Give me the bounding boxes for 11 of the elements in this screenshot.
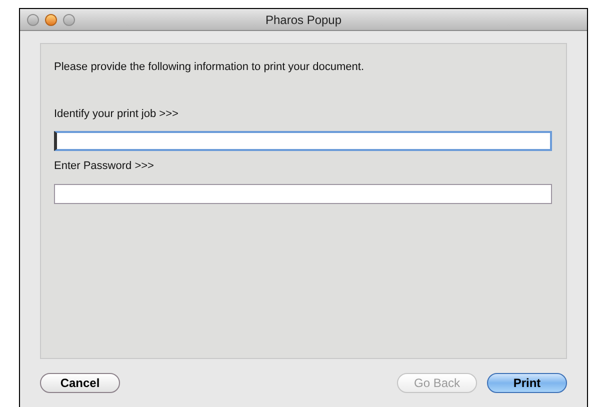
minimize-icon[interactable] — [45, 14, 57, 26]
instructions-text: Please provide the following information to print your document. — [54, 60, 366, 75]
input-field[interactable] — [54, 184, 552, 204]
print-button[interactable]: Print — [487, 373, 567, 393]
zoom-icon[interactable] — [63, 14, 75, 26]
cancel-button[interactable]: Cancel — [40, 373, 120, 393]
field-label: Enter Password >>> — [54, 159, 155, 174]
close-icon[interactable] — [27, 14, 39, 26]
field-label: Identify your print job >>> — [54, 106, 180, 122]
input-field[interactable] — [54, 131, 552, 151]
window-title: Pharos Popup — [265, 12, 342, 28]
